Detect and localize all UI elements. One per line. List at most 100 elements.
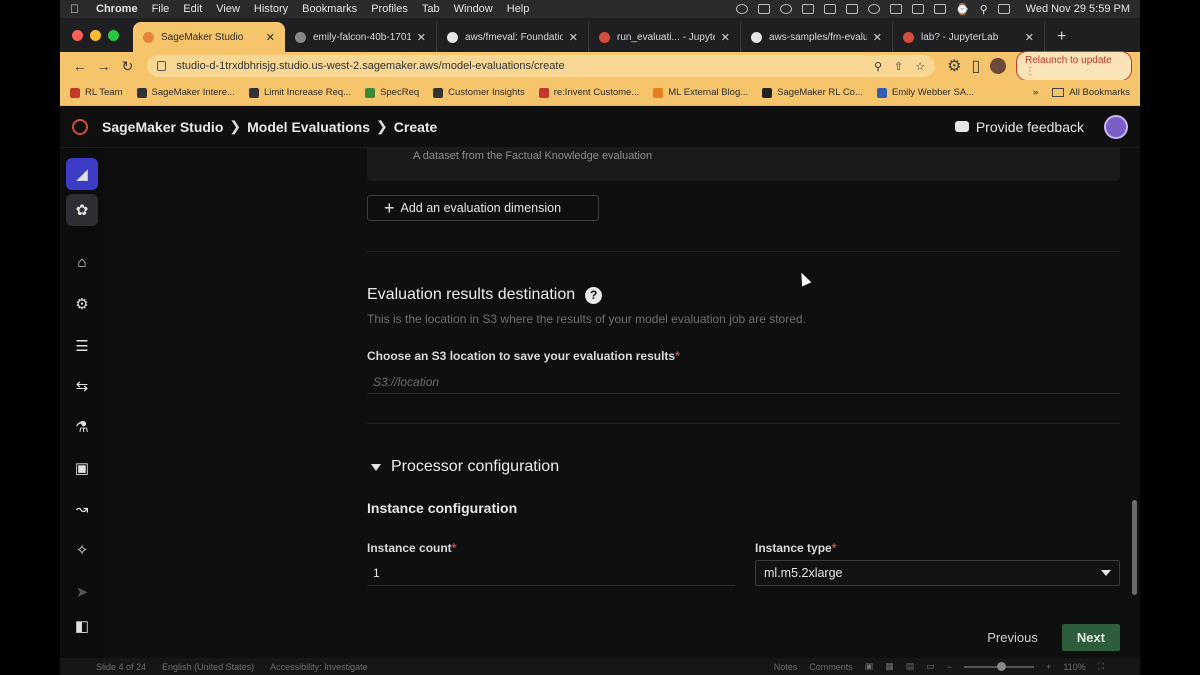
status-menu-icon[interactable] (911, 4, 924, 14)
bookmark-item[interactable]: re:Invent Custome... (538, 87, 639, 98)
menu-view[interactable]: View (216, 3, 240, 15)
chevron-more-icon[interactable]: » (1033, 87, 1038, 98)
reading-view-icon[interactable]: ▤ (906, 661, 915, 672)
lock-icon[interactable] (157, 61, 167, 71)
browser-tab-aws-samples[interactable]: aws-samples/fm-evalu ✕ (741, 22, 893, 52)
bookmark-item[interactable]: Emily Webber SA... (876, 87, 974, 98)
flask-icon[interactable]: ⚗ (66, 411, 98, 443)
home-icon[interactable]: ⌂ (66, 246, 98, 278)
browser-tab-fmeval[interactable]: aws/fmeval: Foundation ✕ (437, 22, 589, 52)
close-window-icon[interactable] (72, 29, 83, 41)
all-bookmarks[interactable]: » All Bookmarks (1033, 87, 1130, 98)
profile-avatar-icon[interactable] (990, 58, 1006, 74)
pipeline-icon[interactable]: ⇆ (66, 370, 98, 402)
menu-app[interactable]: Chrome (96, 3, 138, 15)
language-indicator[interactable]: English (United States) (162, 662, 254, 672)
zoom-in-icon[interactable]: + (1046, 662, 1051, 672)
apple-icon[interactable]:  (70, 2, 84, 16)
status-menu-icon[interactable] (823, 4, 836, 14)
help-question-icon[interactable]: ? (585, 286, 603, 304)
network-icon[interactable]: ✧ (66, 534, 98, 566)
share-icon[interactable]: ⇧ (894, 60, 903, 73)
menu-edit[interactable]: Edit (183, 3, 202, 15)
bookmark-star-icon[interactable]: ☆ (915, 60, 925, 73)
maximize-window-icon[interactable] (108, 29, 119, 41)
menu-bookmarks[interactable]: Bookmarks (302, 3, 357, 15)
status-menu-icon[interactable] (867, 4, 880, 14)
menu-tab[interactable]: Tab (422, 3, 440, 15)
accessibility-indicator[interactable]: Accessibility: Investigate (270, 662, 368, 672)
wifi-icon[interactable]: ⌚ (956, 3, 970, 16)
close-tab-icon[interactable]: ✕ (873, 31, 882, 44)
briefcase-icon[interactable]: ▣ (66, 452, 98, 484)
close-tab-icon[interactable]: ✕ (266, 31, 275, 44)
control-center-icon[interactable] (997, 4, 1010, 14)
url-text[interactable]: studio-d-1trxdbhrisjg.studio.us-west-2.s… (176, 60, 862, 72)
spotlight-search-icon[interactable]: ⚲ (980, 3, 988, 16)
menu-file[interactable]: File (152, 3, 170, 15)
status-menu-icon[interactable] (801, 4, 814, 14)
instance-count-input[interactable] (367, 560, 735, 586)
breadcrumb-model-evaluations[interactable]: Model Evaluations (247, 119, 370, 135)
browser-tab-sagemaker-studio[interactable]: SageMaker Studio ✕ (133, 22, 285, 52)
zoom-slider-knob[interactable] (997, 661, 1007, 671)
data-stack-icon[interactable]: ☰ (66, 330, 98, 362)
side-panel-icon[interactable]: ▯ (971, 56, 980, 76)
instance-type-select[interactable]: ml.m5.2xlarge (755, 560, 1120, 586)
previous-button[interactable]: Previous (975, 624, 1050, 651)
status-menu-icon[interactable] (735, 4, 748, 14)
zoom-slider[interactable] (964, 661, 1035, 671)
bookmark-item[interactable]: ML External Blog... (653, 87, 748, 98)
browser-tab-jupyterlab[interactable]: lab? - JupyterLab ✕ (893, 22, 1045, 52)
minimize-window-icon[interactable] (90, 29, 101, 41)
presenter-view-icon[interactable]: ▭ (926, 661, 935, 672)
close-tab-icon[interactable]: ✕ (721, 31, 730, 44)
close-tab-icon[interactable]: ✕ (417, 31, 426, 44)
extensions-puzzle-icon[interactable]: ⚙ (947, 56, 961, 76)
status-menu-icon[interactable] (889, 4, 902, 14)
reload-icon[interactable]: ↻ (116, 58, 140, 75)
slide-sorter-icon[interactable]: ▦ (885, 661, 894, 672)
processor-configuration-toggle[interactable]: Processor configuration (371, 458, 559, 476)
zoom-icon[interactable]: ⚲ (874, 60, 882, 73)
new-tab-plus-icon[interactable]: + (1045, 28, 1078, 52)
zoom-out-icon[interactable]: − (947, 662, 952, 672)
bookmark-item[interactable]: SageMaker Intere... (136, 87, 235, 98)
gear-icon[interactable]: ⚙ (66, 288, 98, 320)
menu-history[interactable]: History (254, 3, 288, 15)
status-menu-icon[interactable] (757, 4, 770, 14)
bookmark-item[interactable]: RL Team (70, 87, 123, 98)
zoom-level[interactable]: 110% (1063, 662, 1085, 672)
user-avatar[interactable] (1104, 114, 1128, 139)
notes-button[interactable]: Notes (774, 662, 798, 672)
relaunch-to-update-button[interactable]: Relaunch to update ⋮ (1016, 51, 1133, 81)
browser-tab-emily-falcon[interactable]: emily-falcon-40b-1701 ✕ (285, 22, 437, 52)
close-tab-icon[interactable]: ✕ (569, 31, 578, 44)
bookmark-item[interactable]: SageMaker RL Co... (762, 87, 863, 98)
normal-view-icon[interactable]: ▣ (865, 661, 874, 672)
add-evaluation-dimension-button[interactable]: + Add an evaluation dimension (367, 195, 599, 221)
workflow-icon[interactable]: ↝ (66, 493, 98, 525)
menu-window[interactable]: Window (454, 3, 493, 15)
bookmark-item[interactable]: Customer Insights (433, 87, 525, 98)
forward-arrow-icon[interactable]: → (92, 58, 116, 74)
next-button[interactable]: Next (1061, 623, 1120, 651)
fit-to-window-icon[interactable]: ⛶ (1098, 661, 1104, 672)
bookmark-item[interactable]: Limit Increase Req... (248, 87, 351, 98)
close-tab-icon[interactable]: ✕ (1025, 31, 1034, 44)
comments-button[interactable]: Comments (809, 662, 853, 672)
back-arrow-icon[interactable]: ← (68, 58, 92, 74)
applications-icon[interactable]: ◢ (66, 158, 98, 190)
content-scrollbar[interactable] (1132, 500, 1137, 595)
s3-location-input[interactable] (367, 370, 1120, 394)
provide-feedback-button[interactable]: Provide feedback (954, 119, 1084, 135)
rocket-icon[interactable]: ➤ (66, 576, 98, 608)
battery-icon[interactable] (933, 4, 946, 14)
menu-profiles[interactable]: Profiles (371, 3, 408, 15)
bookmark-item[interactable]: SpecReq (365, 87, 419, 98)
sagemaker-brain-icon[interactable]: ✿ (66, 194, 98, 226)
status-menu-icon[interactable] (845, 4, 858, 14)
browser-tab-run-evaluation[interactable]: run_evaluati... - Jupyte ✕ (589, 22, 741, 52)
address-bar[interactable]: studio-d-1trxdbhrisjg.studio.us-west-2.s… (147, 55, 936, 77)
menubar-clock[interactable]: Wed Nov 29 5:59 PM (1026, 3, 1130, 15)
